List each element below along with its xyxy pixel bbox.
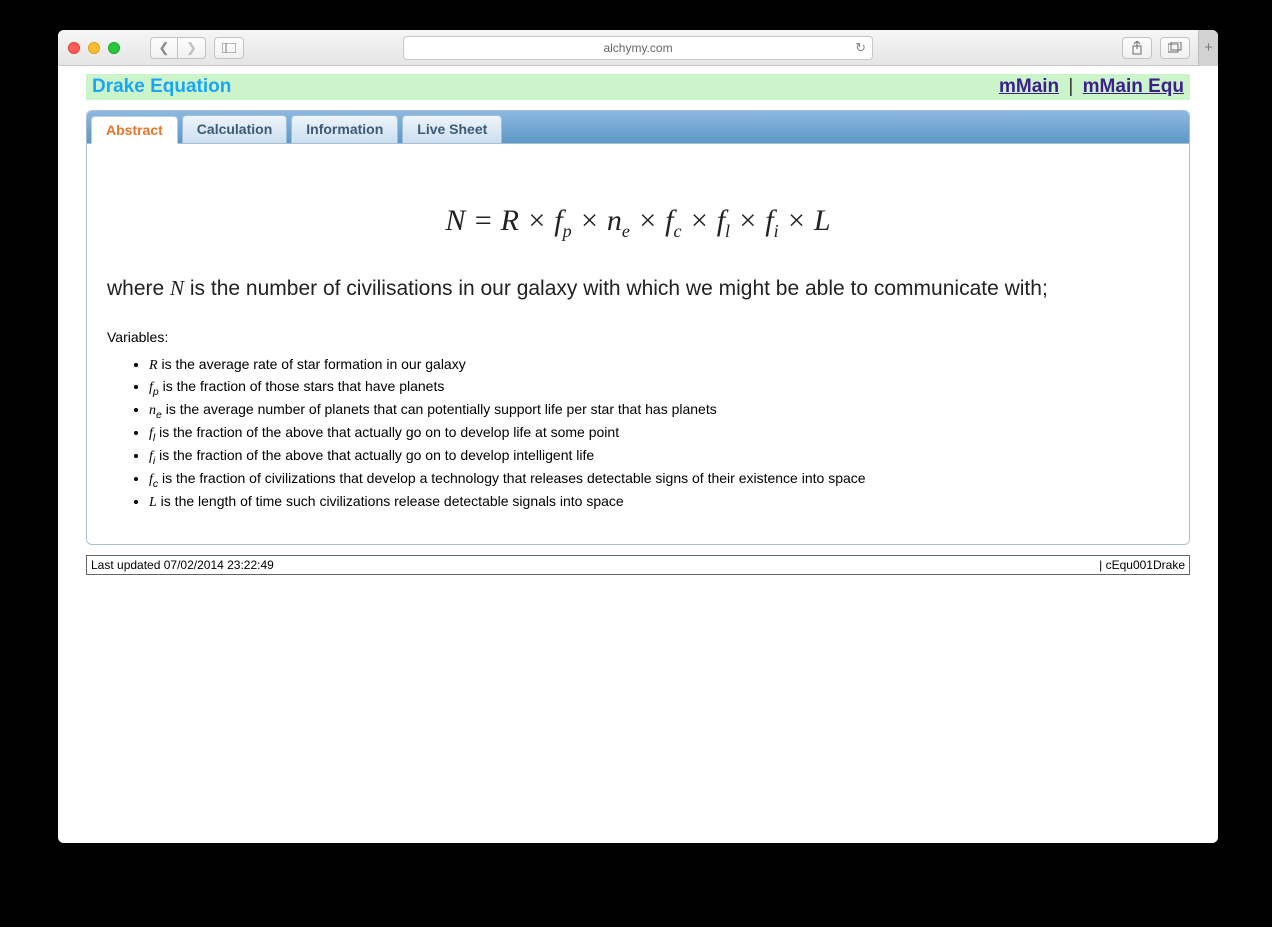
tab-panel-abstract: N = R × fp × ne × fc × fl × fi × L where… [87,144,1189,544]
tab-information[interactable]: Information [291,115,398,143]
eq-term-fp: fp [554,204,571,237]
link-separator: | [1059,76,1083,97]
eq-term-fc: fc [665,204,681,237]
minimize-icon[interactable] [88,42,100,54]
tab-calculation[interactable]: Calculation [182,115,287,143]
titlebar: ❮ ❯ alchymy.com ↻ [58,30,1218,66]
toolbar-right: + [1122,30,1208,66]
list-item: L is the length of time such civilizatio… [149,492,1169,513]
eq-term-ne: ne [607,204,630,237]
forward-button[interactable]: ❯ [178,37,206,59]
list-item: fl is the fraction of the above that act… [149,423,1169,445]
footer-last-updated: Last updated 07/02/2014 23:22:49 [87,555,826,574]
reload-icon[interactable]: ↻ [855,40,866,56]
footer-bar: Last updated 07/02/2014 23:22:49 | cEqu0… [86,555,1190,575]
address-bar[interactable]: alchymy.com ↻ [403,36,873,60]
tab-live-sheet[interactable]: Live Sheet [402,115,502,143]
where-line: where N is the number of civilisations i… [107,276,1169,301]
browser-window: ❮ ❯ alchymy.com ↻ [58,30,1218,843]
sidebar-icon [222,43,236,53]
page-title: Drake Equation [92,76,231,98]
eq-term-L: L [814,204,831,237]
footer-page-id: | cEqu001Drake [825,555,1189,574]
tabs-button[interactable] [1160,37,1190,59]
tab-abstract[interactable]: Abstract [91,116,178,144]
list-item: fc is the fraction of civilizations that… [149,469,1169,491]
header-links: mMain | mMain Equ [999,76,1184,98]
tab-container: Abstract Calculation Information Live Sh… [86,110,1190,545]
list-item: fp is the fraction of those stars that h… [149,377,1169,399]
close-icon[interactable] [68,42,80,54]
eq-lhs: N [445,204,465,237]
list-item: ne is the average number of planets that… [149,400,1169,422]
page-header: Drake Equation mMain | mMain Equ [86,74,1190,100]
new-tab-button[interactable]: + [1198,30,1218,66]
maximize-icon[interactable] [108,42,120,54]
share-icon [1131,41,1143,55]
url-text: alchymy.com [603,41,672,55]
list-item: fi is the fraction of the above that act… [149,446,1169,468]
tabs-icon [1168,42,1182,53]
share-button[interactable] [1122,37,1152,59]
sidebar-toggle-button[interactable] [214,37,244,59]
variables-heading: Variables: [107,329,1169,345]
variables-list: R is the average rate of star formation … [107,355,1169,513]
eq-term-R: R [501,204,519,237]
page-content: Drake Equation mMain | mMain Equ Abstrac… [58,66,1218,843]
link-mmain-equ[interactable]: mMain Equ [1083,76,1184,97]
tab-strip: Abstract Calculation Information Live Sh… [87,111,1189,144]
back-button[interactable]: ❮ [150,37,178,59]
window-controls [68,42,120,54]
drake-equation: N = R × fp × ne × fc × fl × fi × L [107,204,1169,242]
list-item: R is the average rate of star formation … [149,355,1169,376]
eq-term-fi: fi [765,204,778,237]
eq-term-fl: fl [717,204,730,237]
link-mmain[interactable]: mMain [999,76,1059,97]
nav-buttons: ❮ ❯ [150,37,206,59]
